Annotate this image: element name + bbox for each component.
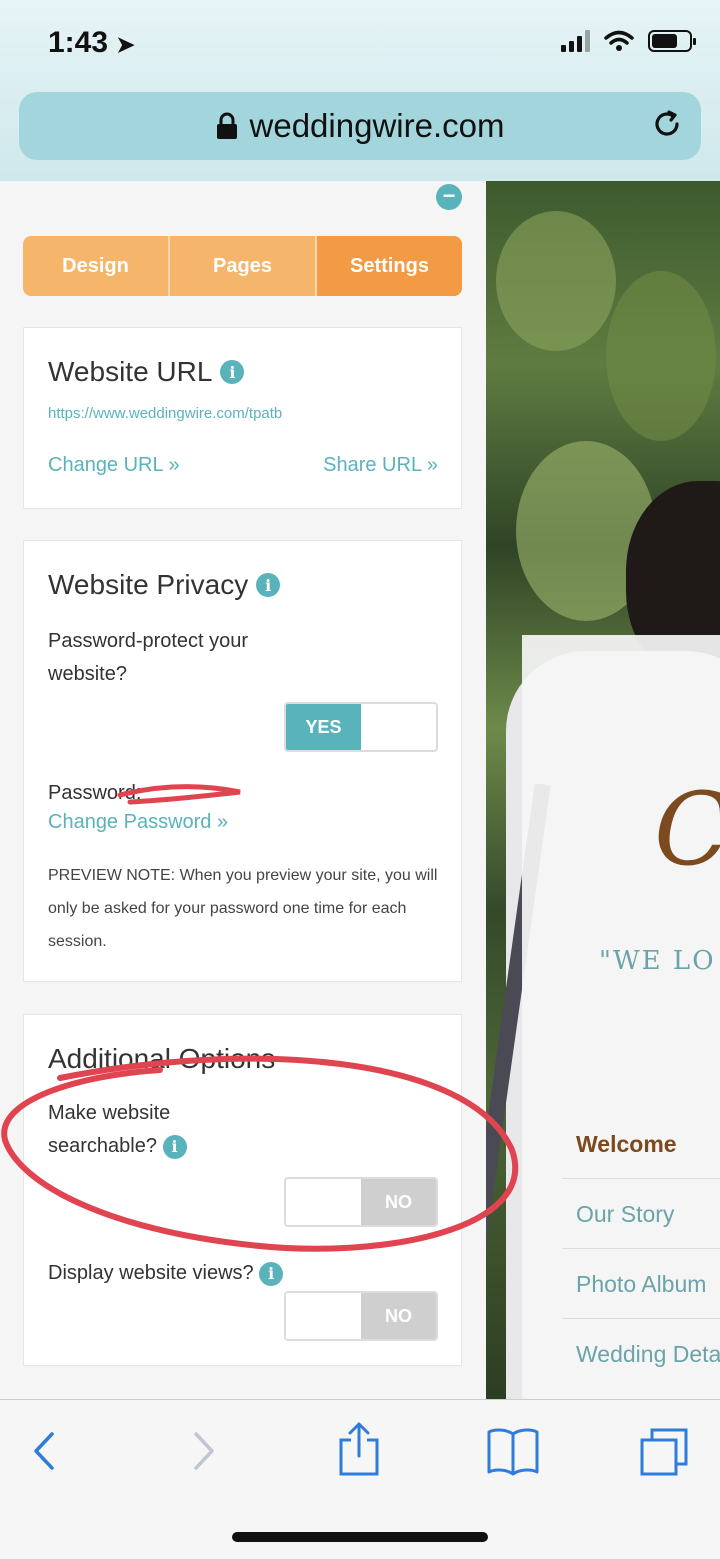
views-toggle[interactable]: NO: [284, 1291, 438, 1341]
additional-options-card: Additional Options Make website searchab…: [23, 1014, 462, 1366]
info-icon[interactable]: i: [256, 573, 281, 597]
searchable-question-text: Make website searchable?: [48, 1102, 171, 1157]
foliage-shape: [606, 271, 716, 441]
signal-icon: [561, 30, 590, 52]
tabs-icon[interactable]: [638, 1426, 692, 1480]
home-indicator: [232, 1532, 488, 1542]
searchable-toggle[interactable]: NO: [284, 1177, 438, 1227]
browser-header: 1:43 ➤ weddingwire.com: [0, 0, 720, 181]
additional-options-title: Additional Options: [48, 1043, 276, 1074]
share-icon[interactable]: [337, 1420, 381, 1478]
privacy-title: Website Privacy: [48, 569, 249, 600]
script-monogram: C: [654, 771, 720, 888]
preview-nav-photo-album[interactable]: Photo Album: [576, 1271, 706, 1298]
tab-settings[interactable]: Settings: [317, 236, 462, 296]
password-protect-toggle[interactable]: YES: [284, 702, 438, 752]
views-question-text: Display website views?: [48, 1262, 254, 1284]
status-icons: [561, 30, 696, 52]
url-text: weddingwire.com: [249, 107, 505, 144]
info-icon[interactable]: i: [259, 1261, 284, 1286]
info-icon[interactable]: i: [162, 1134, 187, 1159]
change-password-link[interactable]: Change Password »: [48, 811, 228, 834]
tab-design[interactable]: Design: [23, 236, 170, 296]
reload-icon[interactable]: [649, 106, 685, 142]
toggle-no[interactable]: NO: [361, 1293, 436, 1339]
location-arrow-icon: ➤: [116, 32, 135, 57]
tab-pages[interactable]: Pages: [170, 236, 317, 296]
wifi-icon: [604, 30, 634, 51]
forward-icon[interactable]: [188, 1426, 218, 1476]
back-icon[interactable]: [28, 1426, 58, 1476]
toggle-no[interactable]: NO: [361, 1179, 436, 1225]
searchable-question: Make website searchable? i: [48, 1097, 248, 1163]
preview-nav-welcome[interactable]: Welcome: [576, 1131, 677, 1158]
preview-nav-wedding-details[interactable]: Wedding Deta: [576, 1341, 720, 1368]
info-icon[interactable]: i: [220, 360, 245, 384]
toggle-blank[interactable]: [361, 704, 436, 750]
status-time: 1:43 ➤: [48, 26, 135, 60]
nav-divider: [562, 1318, 720, 1319]
preview-quote: "WE LO: [599, 946, 716, 976]
toggle-blank[interactable]: [286, 1293, 361, 1339]
website-url-title: Website URL: [48, 356, 213, 387]
nav-divider: [562, 1178, 720, 1179]
foliage-shape: [496, 211, 616, 351]
website-privacy-card: Website Privacy i Password-protect your …: [23, 540, 462, 982]
toggle-yes[interactable]: YES: [286, 704, 361, 750]
change-url-link[interactable]: Change URL »: [48, 454, 180, 477]
preview-note: PREVIEW NOTE: When you preview your site…: [48, 867, 438, 950]
collapse-minus-icon[interactable]: −: [436, 184, 462, 210]
password-label: Password:: [48, 782, 142, 804]
website-url-heading: Website URL i: [48, 356, 245, 388]
password-protect-question: Password-protect your website?: [48, 630, 249, 685]
website-url-card: Website URL i https://www.weddingwire.co…: [23, 327, 462, 509]
bookmarks-icon[interactable]: [486, 1426, 540, 1476]
battery-icon: [648, 30, 696, 52]
settings-panel: − Design Pages Settings Website URL i ht…: [0, 181, 486, 1399]
privacy-heading: Website Privacy i: [48, 569, 281, 601]
website-preview: C "WE LO Welcome Our Story Photo Album W…: [486, 181, 720, 1399]
views-question: Display website views? i: [48, 1257, 284, 1290]
preview-nav-our-story[interactable]: Our Story: [576, 1201, 674, 1228]
lock-icon: [216, 112, 237, 139]
nav-divider: [562, 1248, 720, 1249]
share-url-link[interactable]: Share URL »: [323, 454, 438, 477]
address-bar[interactable]: weddingwire.com: [19, 92, 701, 160]
website-url-link[interactable]: https://www.weddingwire.com/tpatb: [48, 405, 282, 422]
status-time-text: 1:43: [48, 26, 109, 59]
toggle-blank[interactable]: [286, 1179, 361, 1225]
editor-tabs: Design Pages Settings: [23, 236, 462, 296]
